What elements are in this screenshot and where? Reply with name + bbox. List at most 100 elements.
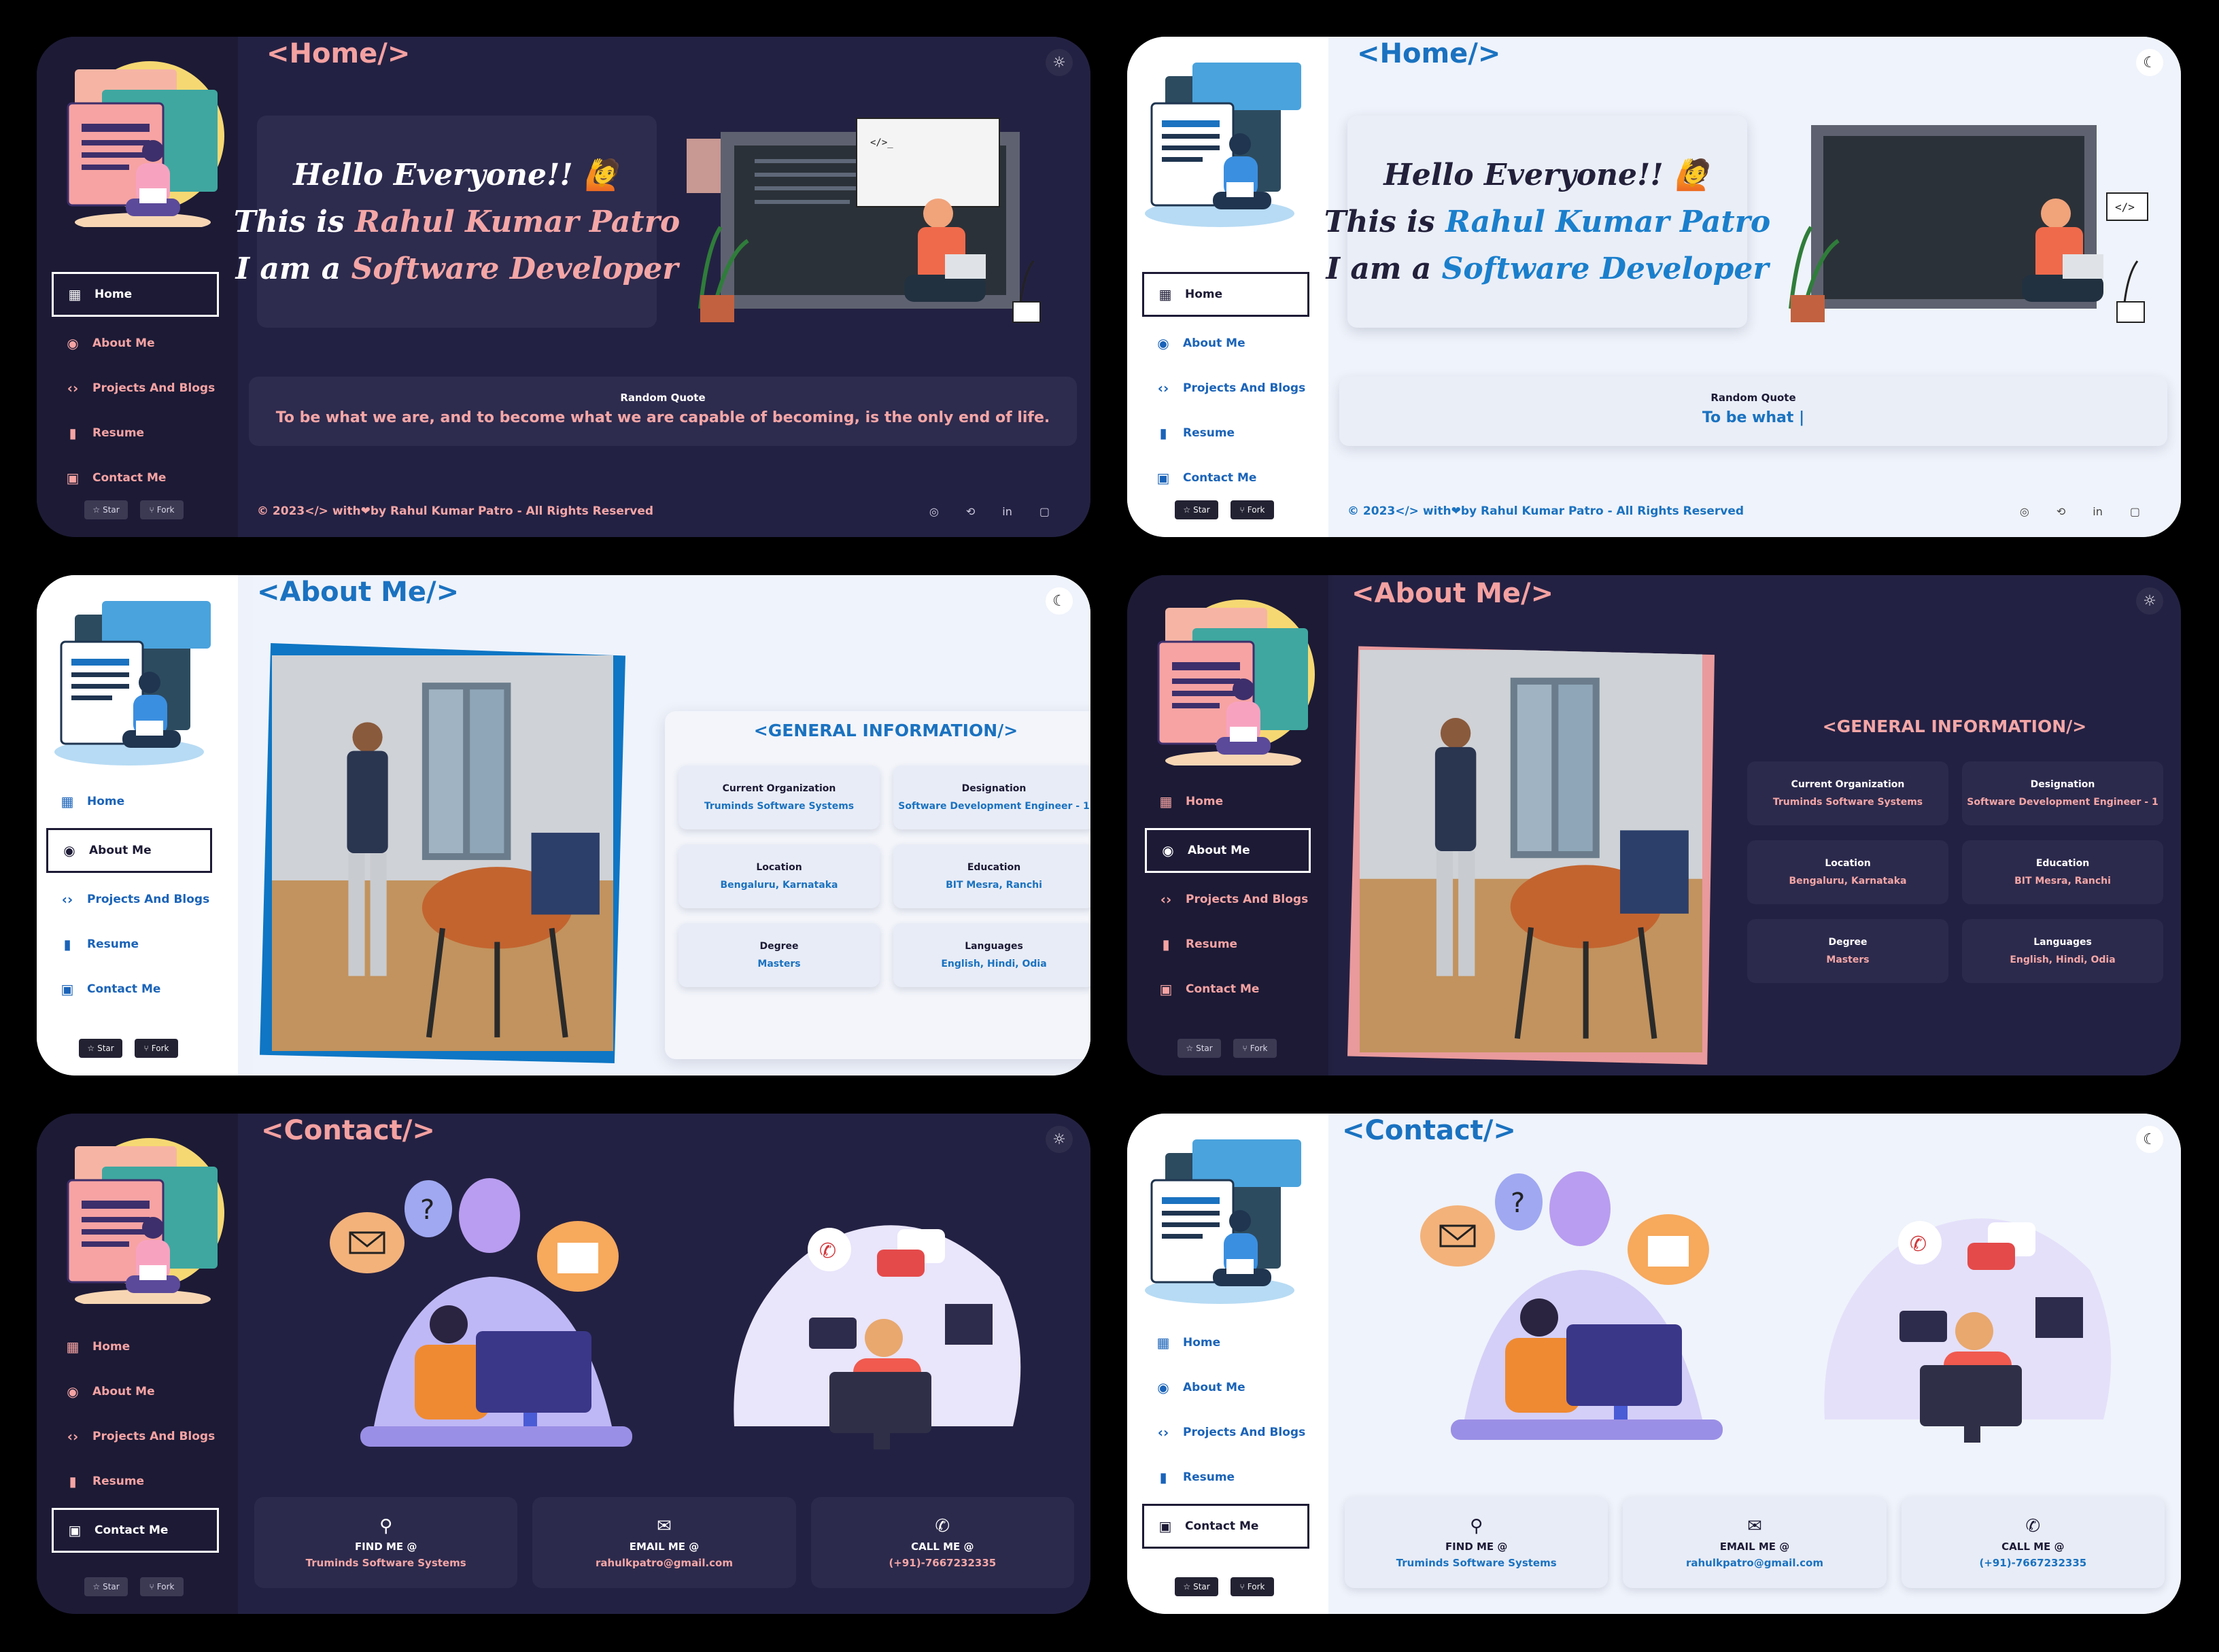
star-button[interactable]: ☆ Star bbox=[84, 1577, 128, 1596]
general-information-grid: Current Organization Truminds Software Sy… bbox=[678, 765, 1090, 987]
nav-resume[interactable]: ▮ Resume bbox=[1145, 922, 1349, 967]
info-degree: Degree Masters bbox=[1747, 919, 1948, 983]
theme-toggle-sun-icon[interactable]: ☼ bbox=[1046, 1126, 1073, 1153]
nav-about[interactable]: ◉ About Me bbox=[52, 1369, 256, 1414]
customer-care-illustration: ✆ bbox=[1824, 1218, 2112, 1443]
nav-resume[interactable]: ▮ Resume bbox=[52, 411, 256, 455]
fork-button[interactable]: ⑂ Fork bbox=[140, 1577, 184, 1596]
nav-contact[interactable]: ▣ Contact Me bbox=[1145, 967, 1349, 1012]
call-me-card[interactable]: ✆ CALL ME @ (+91)-7667232335 bbox=[810, 1497, 1074, 1588]
instagram-icon[interactable]: ▢ bbox=[2130, 505, 2140, 518]
bar-chart-icon: ▮ bbox=[1162, 936, 1170, 952]
star-button[interactable]: ☆ Star bbox=[84, 500, 128, 519]
fork-icon: ⑂ bbox=[1239, 505, 1245, 515]
nav-projects[interactable]: ‹› Projects And Blogs bbox=[52, 1414, 256, 1459]
nav-contact[interactable]: ▣ Contact Me bbox=[52, 455, 256, 500]
hero-intro: This is Rahul Kumar Patro bbox=[1324, 205, 1771, 239]
fork-button[interactable]: ⑂ Fork bbox=[1231, 500, 1274, 519]
developer-illustration: </>_ bbox=[687, 118, 1041, 323]
main-content: <About Me/> ☾ <GENERAL INFORMATION/> Cur… bbox=[253, 575, 1090, 1075]
avatar-illustration bbox=[67, 1137, 226, 1304]
nav-home[interactable]: ▦ Home bbox=[1142, 1320, 1346, 1365]
page-title: <Contact/> bbox=[1342, 1115, 1516, 1146]
general-information-grid: Current Organization Truminds Software Sy… bbox=[1747, 761, 2163, 983]
nav-contact[interactable]: ▣ Contact Me bbox=[52, 1508, 219, 1553]
quote-text-typing: To be what | bbox=[1702, 409, 1805, 426]
nav-projects[interactable]: ‹› Projects And Blogs bbox=[1142, 366, 1346, 411]
main-content: <Contact/> ☾ ? ✆ ⚲ FIND ME @ Truminds So… bbox=[1328, 1114, 2181, 1614]
fork-button[interactable]: ⑂ Fork bbox=[1233, 1039, 1277, 1058]
nav-menu: ▦ Home ◉ About Me ‹› Projects And Blogs ▮ Re… bbox=[1142, 1320, 1346, 1553]
nav-resume[interactable]: ▮ Resume bbox=[46, 922, 250, 967]
general-information-title: <GENERAL INFORMATION/> bbox=[1822, 717, 2087, 736]
star-icon: ☆ bbox=[92, 1582, 101, 1591]
nav-menu: ▦ Home ◉ About Me ‹› Projects And Blogs ▮ Re… bbox=[1142, 268, 1346, 500]
nav-contact[interactable]: ▣ Contact Me bbox=[46, 967, 250, 1012]
nav-contact[interactable]: ▣ Contact Me bbox=[1142, 1504, 1309, 1549]
nav-menu: ▦ Home ◉ About Me ‹› Projects And Blogs ▮ Re… bbox=[52, 1324, 256, 1557]
nav-projects[interactable]: ‹› Projects And Blogs bbox=[1142, 1410, 1346, 1455]
office-photo-illustration bbox=[272, 655, 613, 1051]
fork-button[interactable]: ⑂ Fork bbox=[1231, 1577, 1274, 1596]
nav-resume[interactable]: ▮ Resume bbox=[1142, 411, 1346, 455]
nav-home[interactable]: ▦ Home bbox=[52, 272, 219, 317]
nav-resume[interactable]: ▮ Resume bbox=[52, 1459, 256, 1504]
info-current-organization: Current Organization Truminds Software Sy… bbox=[678, 765, 880, 829]
theme-toggle-moon-icon[interactable]: ☾ bbox=[2136, 49, 2163, 76]
nav-projects[interactable]: ‹› Projects And Blogs bbox=[52, 366, 256, 411]
grid-icon: ▦ bbox=[68, 286, 82, 303]
nav-home[interactable]: ▦ Home bbox=[46, 779, 250, 824]
mail-icon: ✉ bbox=[1747, 1516, 1762, 1536]
email-me-card[interactable]: ✉ EMAIL ME @ rahulkpatro@gmail.com bbox=[532, 1497, 796, 1588]
svg-text:✆: ✆ bbox=[819, 1239, 836, 1263]
theme-toggle-moon-icon[interactable]: ☾ bbox=[1046, 587, 1073, 615]
theme-toggle-sun-icon[interactable]: ☼ bbox=[1046, 49, 1073, 76]
github-icon[interactable]: ◎ bbox=[2020, 505, 2029, 518]
code-brackets-icon: ‹› bbox=[67, 380, 79, 396]
nav-about[interactable]: ◉ About Me bbox=[1145, 828, 1311, 873]
sidebar: ▦ Home ◉ About Me ‹› Projects And Blogs ▮ Re… bbox=[1127, 1114, 1328, 1614]
call-me-card[interactable]: ✆ CALL ME @ (+91)-7667232335 bbox=[1901, 1497, 2165, 1588]
quote-label: Random Quote bbox=[620, 392, 706, 404]
main-content: <Home/> ☼ Hello Everyone!! 🙋 This is Rah… bbox=[234, 37, 1090, 537]
hero-greeting: Hello Everyone!! 🙋 bbox=[1383, 158, 1711, 192]
star-button[interactable]: ☆ Star bbox=[79, 1039, 122, 1058]
instagram-icon[interactable]: ▢ bbox=[1039, 505, 1050, 518]
nav-menu: ▦ Home ◉ About Me ‹› Projects And Blogs ▮ Re… bbox=[52, 268, 256, 500]
star-button[interactable]: ☆ Star bbox=[1175, 500, 1218, 519]
main-content: <Contact/> ☼ ? ✆ ⚲ FIND ME @ Truminds So… bbox=[238, 1114, 1090, 1614]
nav-about[interactable]: ◉ About Me bbox=[1142, 321, 1346, 366]
leetcode-icon[interactable]: ⟲ bbox=[966, 505, 975, 518]
star-button[interactable]: ☆ Star bbox=[1177, 1039, 1221, 1058]
nav-about[interactable]: ◉ About Me bbox=[1142, 1365, 1346, 1410]
fork-button[interactable]: ⑂ Fork bbox=[135, 1039, 178, 1058]
page-title: <About Me/> bbox=[1352, 578, 1554, 609]
theme-toggle-moon-icon[interactable]: ☾ bbox=[2136, 1126, 2163, 1153]
theme-toggle-sun-icon[interactable]: ☼ bbox=[2136, 587, 2163, 615]
nav-menu: ▦ Home ◉ About Me ‹› Projects And Blogs ▮ Re… bbox=[1145, 779, 1349, 1012]
sidebar: ▦ Home ◉ About Me ‹› Projects And Blogs ▮ Re… bbox=[37, 575, 238, 1075]
nav-home[interactable]: ▦ Home bbox=[1145, 779, 1349, 824]
linkedin-icon[interactable]: in bbox=[2093, 505, 2103, 518]
user-circle-icon: ◉ bbox=[63, 842, 75, 859]
main-content: <Home/> ☾ Hello Everyone!! 🙋 This is Rah… bbox=[1324, 37, 2181, 537]
linkedin-icon[interactable]: in bbox=[1002, 505, 1012, 518]
quote-text: To be what we are, and to become what we… bbox=[275, 409, 1050, 426]
email-me-card[interactable]: ✉ EMAIL ME @ rahulkpatro@gmail.com bbox=[1623, 1497, 1887, 1588]
phone-icon: ✆ bbox=[935, 1516, 950, 1536]
nav-about[interactable]: ◉ About Me bbox=[52, 321, 256, 366]
leetcode-icon[interactable]: ⟲ bbox=[2057, 505, 2065, 518]
nav-home[interactable]: ▦ Home bbox=[1142, 272, 1309, 317]
nav-resume[interactable]: ▮ Resume bbox=[1142, 1455, 1346, 1500]
nav-about[interactable]: ◉ About Me bbox=[46, 828, 212, 873]
about-dark-panel: ▦ Home ◉ About Me ‹› Projects And Blogs ▮ Re… bbox=[1127, 575, 2181, 1075]
nav-home[interactable]: ▦ Home bbox=[52, 1324, 256, 1369]
nav-projects[interactable]: ‹› Projects And Blogs bbox=[46, 877, 250, 922]
fork-button[interactable]: ⑂ Fork bbox=[140, 500, 184, 519]
github-icon[interactable]: ◎ bbox=[929, 505, 939, 518]
map-pin-icon: ⚲ bbox=[1470, 1516, 1483, 1536]
nav-contact[interactable]: ▣ Contact Me bbox=[1142, 455, 1346, 500]
nav-projects[interactable]: ‹› Projects And Blogs bbox=[1145, 877, 1349, 922]
star-button[interactable]: ☆ Star bbox=[1175, 1577, 1218, 1596]
code-brackets-icon: ‹› bbox=[61, 891, 73, 908]
